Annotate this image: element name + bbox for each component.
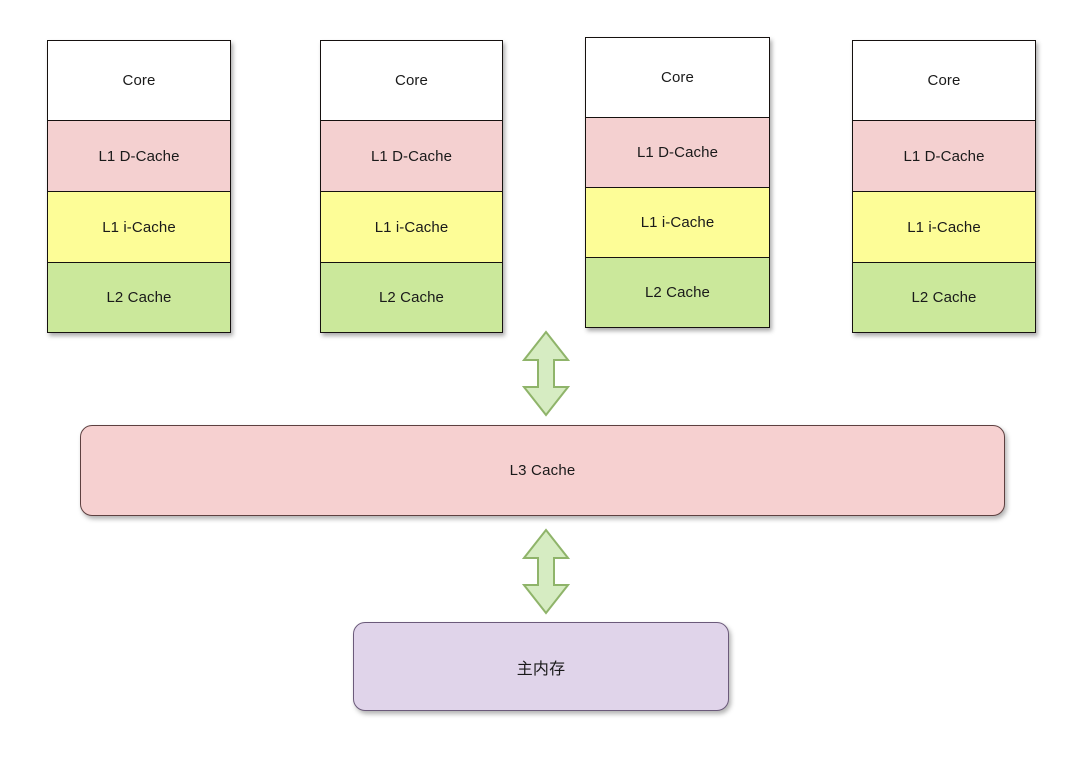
l1-i-cache-label: L1 i-Cache [102,218,176,236]
core-block[interactable]: Core [852,40,1036,120]
l1-i-cache-block[interactable]: L1 i-Cache [320,191,503,262]
core-label: Core [927,72,961,89]
main-memory-box[interactable]: 主内存 [353,622,729,711]
core-stack-4[interactable]: Core L1 D-Cache L1 i-Cache L2 Cache [852,40,1036,333]
l3-cache-box[interactable]: L3 Cache [80,425,1005,516]
core-stack-2[interactable]: Core L1 D-Cache L1 i-Cache L2 Cache [320,40,503,333]
l1-d-cache-label: L1 D-Cache [370,147,453,165]
l1-i-cache-block[interactable]: L1 i-Cache [852,191,1036,262]
l2-cache-block[interactable]: L2 Cache [47,262,231,333]
core-stack-1[interactable]: Core L1 D-Cache L1 i-Cache L2 Cache [47,40,231,333]
l1-d-cache-label: L1 D-Cache [98,147,180,165]
l1-d-cache-label: L1 D-Cache [636,144,719,161]
core-block[interactable]: Core [47,40,231,120]
diagram-canvas: Core L1 D-Cache L1 i-Cache L2 Cache Core… [0,0,1080,765]
l1-d-cache-block[interactable]: L1 D-Cache [320,120,503,191]
core-block[interactable]: Core [320,40,503,120]
core-label: Core [661,69,694,86]
l1-i-cache-block[interactable]: L1 i-Cache [585,187,770,257]
l1-i-cache-block[interactable]: L1 i-Cache [47,191,231,262]
l3-cache-label: L3 Cache [509,462,576,479]
double-arrow-l3-to-memory [522,528,570,615]
core-stack-3[interactable]: Core L1 D-Cache L1 i-Cache L2 Cache [585,37,770,328]
l2-cache-label: L2 Cache [644,284,710,301]
l1-d-cache-block[interactable]: L1 D-Cache [47,120,231,191]
core-label: Core [122,72,156,89]
l1-i-cache-label: L1 i-Cache [640,214,715,231]
core-label: Core [395,72,428,89]
l1-d-cache-block[interactable]: L1 D-Cache [585,117,770,187]
l1-i-cache-label: L1 i-Cache [907,218,981,236]
l2-cache-block[interactable]: L2 Cache [320,262,503,333]
l2-cache-label: L2 Cache [911,289,977,306]
l2-cache-block[interactable]: L2 Cache [852,262,1036,333]
double-arrow-cores-to-l3 [522,330,570,417]
main-memory-label: 主内存 [516,658,566,678]
core-block[interactable]: Core [585,37,770,117]
l1-i-cache-label: L1 i-Cache [374,218,449,236]
l1-d-cache-label: L1 D-Cache [903,147,985,165]
l1-d-cache-block[interactable]: L1 D-Cache [852,120,1036,191]
l2-cache-label: L2 Cache [378,289,444,306]
l2-cache-label: L2 Cache [106,289,172,306]
l2-cache-block[interactable]: L2 Cache [585,257,770,328]
